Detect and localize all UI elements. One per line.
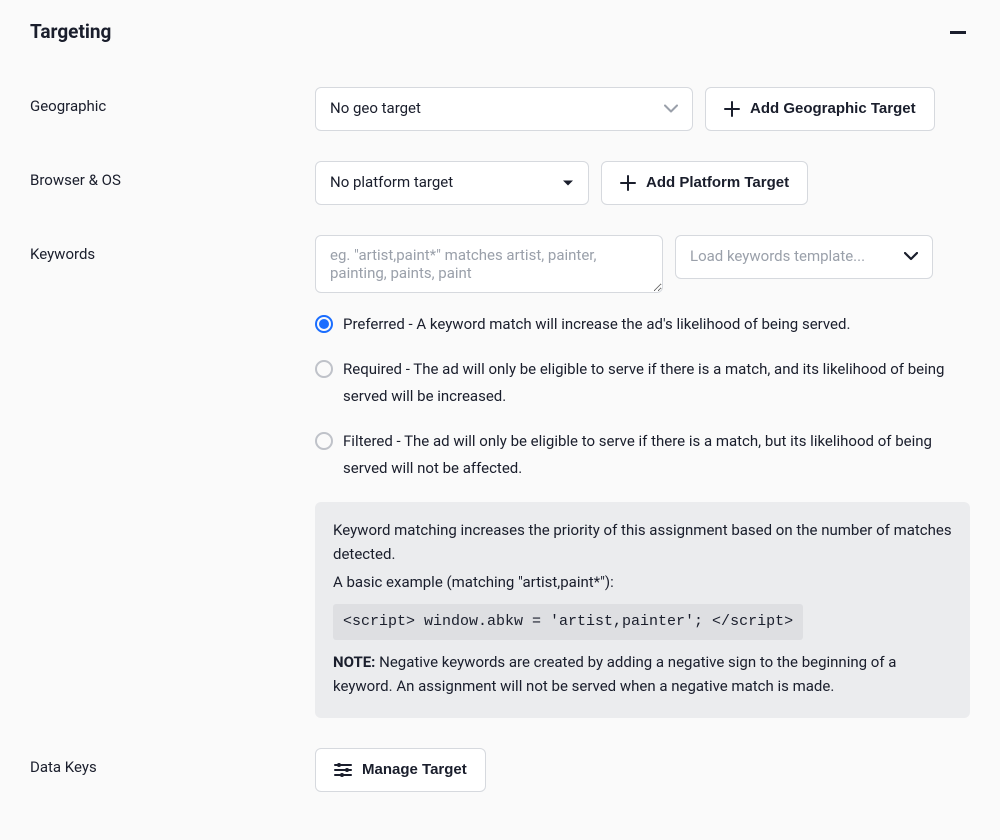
chevron-down-icon [562,179,574,186]
info-line-2: A basic example (matching "artist,paint*… [333,570,952,594]
collapse-button[interactable] [946,20,970,44]
keywords-label: Keywords [30,235,315,266]
radio-required[interactable] [315,360,333,378]
data-keys-label: Data Keys [30,748,315,779]
browser-os-label: Browser & OS [30,161,315,192]
chevron-down-icon [664,104,678,113]
keywords-row: Keywords Load keywords template... [30,235,970,293]
load-keywords-template-select[interactable]: Load keywords template... [675,235,933,279]
radio-preferred-label: Preferred - A keyword match will increas… [343,311,850,338]
plus-icon [620,175,636,191]
geographic-row: Geographic No geo target Add Geographic … [30,87,970,131]
platform-select[interactable]: No platform target [315,161,589,205]
minus-icon [950,31,966,34]
keywords-info-box: Keyword matching increases the priority … [315,502,970,718]
geographic-label: Geographic [30,87,315,118]
code-example: <script> window.abkw = 'artist,painter';… [333,604,803,640]
add-platform-target-button[interactable]: Add Platform Target [601,161,808,205]
geographic-select[interactable]: No geo target [315,87,693,131]
info-note: NOTE: Negative keywords are created by a… [333,650,952,698]
platform-select-value: No platform target [330,171,453,194]
geographic-select-value: No geo target [330,97,421,120]
section-header: Targeting [30,18,970,47]
note-label: NOTE: [333,653,375,671]
browser-os-row: Browser & OS No platform target Add Plat… [30,161,970,205]
info-line-1: Keyword matching increases the priority … [333,518,952,566]
keywords-input[interactable] [315,235,663,293]
adjust-icon [334,763,352,777]
radio-option-preferred[interactable]: Preferred - A keyword match will increas… [315,311,970,338]
radio-preferred[interactable] [315,315,333,333]
manage-target-button[interactable]: Manage Target [315,748,486,792]
keyword-mode-radio-group: Preferred - A keyword match will increas… [315,311,970,482]
section-title: Targeting [30,18,111,47]
chevron-down-icon [904,252,918,261]
note-text: Negative keywords are created by adding … [333,653,896,695]
load-template-label: Load keywords template... [690,245,865,268]
radio-option-filtered[interactable]: Filtered - The ad will only be eligible … [315,428,970,482]
radio-filtered-label: Filtered - The ad will only be eligible … [343,428,970,482]
add-geographic-target-button[interactable]: Add Geographic Target [705,87,935,131]
manage-target-label: Manage Target [362,761,467,778]
data-keys-row: Data Keys Manage Target [30,748,970,792]
add-geographic-target-label: Add Geographic Target [750,100,916,117]
radio-required-label: Required - The ad will only be eligible … [343,356,970,410]
radio-option-required[interactable]: Required - The ad will only be eligible … [315,356,970,410]
add-platform-target-label: Add Platform Target [646,174,789,191]
radio-filtered[interactable] [315,432,333,450]
plus-icon [724,101,740,117]
